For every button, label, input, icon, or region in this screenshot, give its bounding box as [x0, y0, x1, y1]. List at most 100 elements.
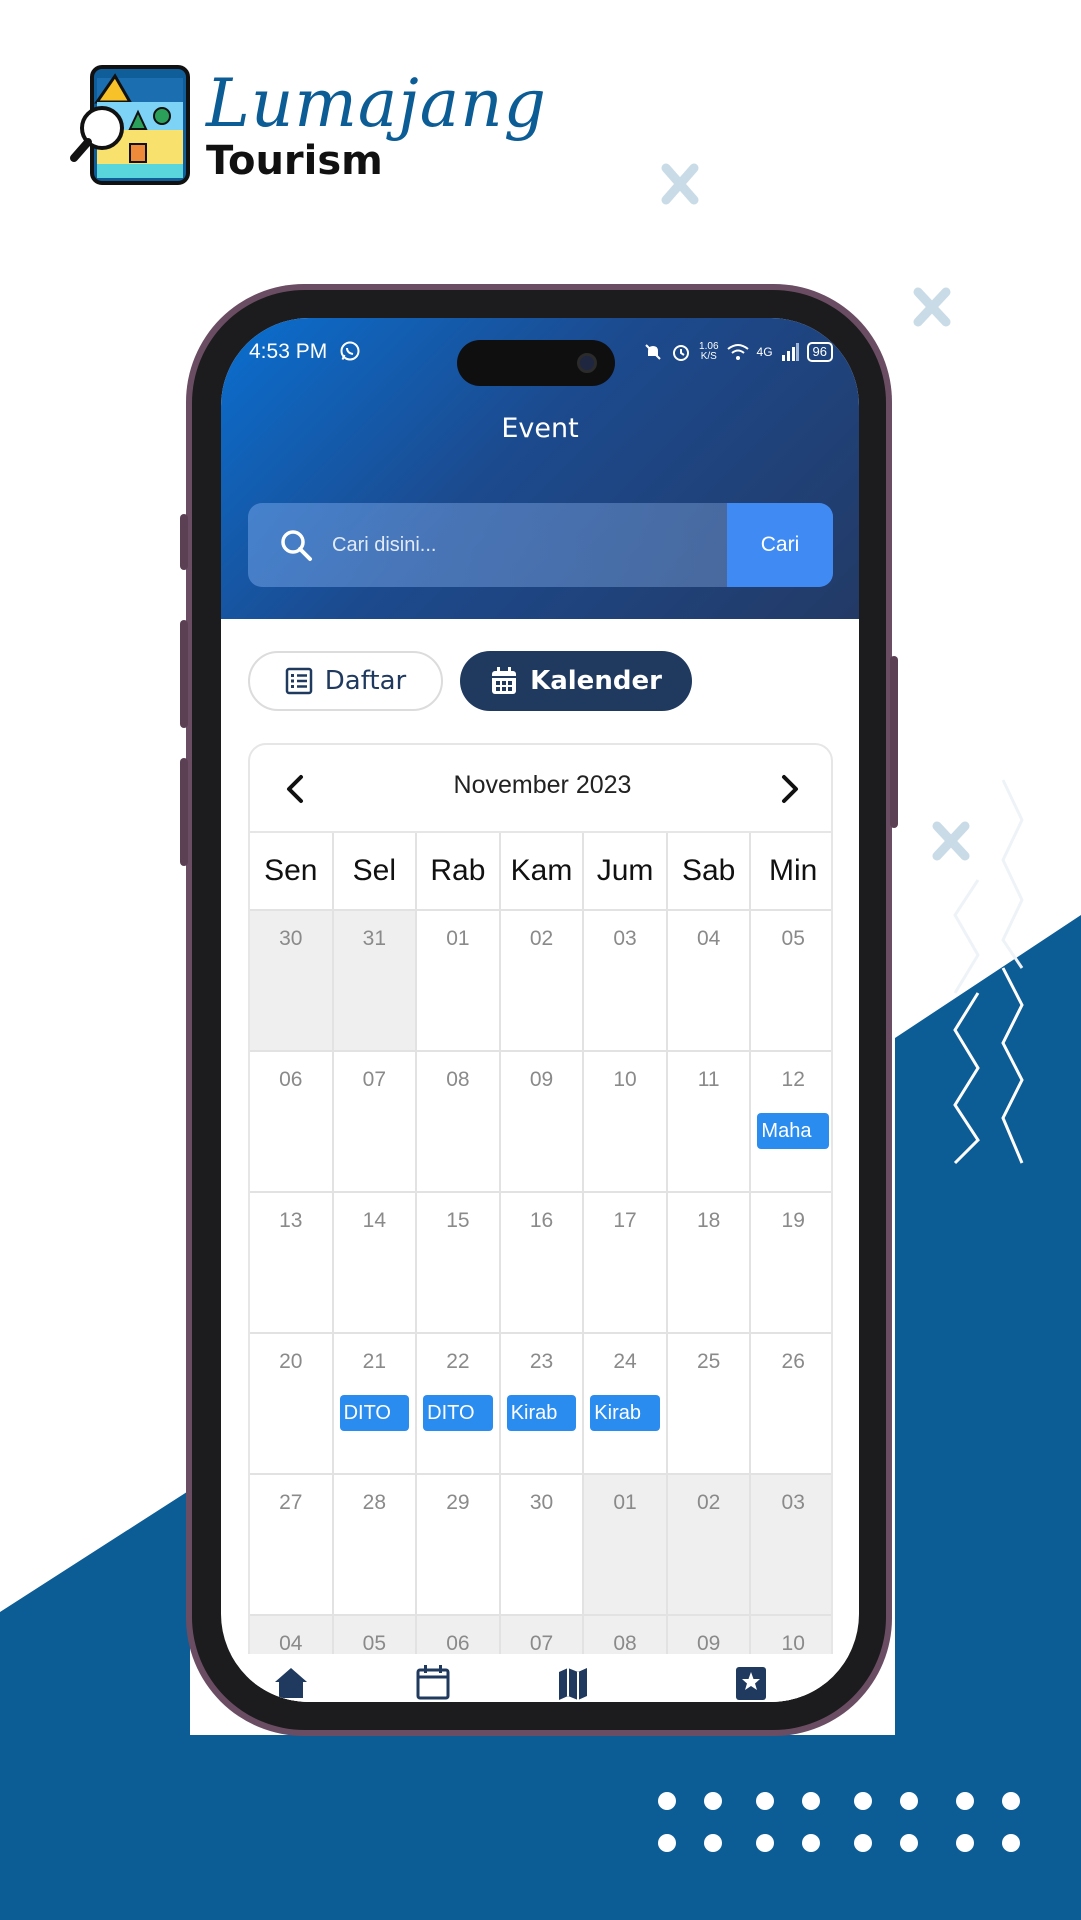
calendar-day-cell[interactable]: 14 [334, 1193, 418, 1332]
whatsapp-icon [340, 341, 360, 361]
calendar-day-cell[interactable]: 03 [751, 1475, 831, 1614]
calendar-day-cell[interactable]: 18 [668, 1193, 752, 1332]
camera-notch [457, 340, 615, 386]
day-number: 30 [279, 927, 303, 950]
calendar-day-cell[interactable]: 20 [250, 1334, 334, 1473]
calendar-day-cell[interactable]: 11 [668, 1052, 752, 1191]
day-number: 05 [362, 1632, 387, 1655]
weekday-label: Kam [501, 833, 585, 909]
day-number: 02 [696, 1491, 721, 1514]
calendar-day-cell[interactable]: 03 [584, 911, 668, 1050]
day-number: 04 [696, 927, 721, 950]
calendar-week-row: 13 14 15 16 17 18 19 [250, 1193, 831, 1334]
event-chip[interactable]: DITO [339, 1395, 410, 1431]
day-number: 07 [362, 1068, 387, 1091]
calendar-day-cell[interactable]: 28 [334, 1475, 418, 1614]
day-number: 20 [279, 1350, 303, 1373]
calendar-day-cell[interactable]: 09 [501, 1052, 585, 1191]
map-icon[interactable] [555, 1664, 591, 1700]
calendar-week-row: 06 07 08 09 10 11 12 Maha [250, 1052, 831, 1193]
calendar-day-cell[interactable]: 07 [334, 1052, 418, 1191]
calendar-view-button[interactable]: Kalender [460, 651, 692, 711]
calendar-day-cell[interactable]: 15 [417, 1193, 501, 1332]
calendar-day-cell[interactable]: 12 Maha [751, 1052, 831, 1191]
event-icon[interactable] [415, 1664, 451, 1700]
calendar-day-cell[interactable]: 08 [417, 1052, 501, 1191]
day-number: 06 [279, 1068, 303, 1091]
calendar-header: November 2023 [250, 745, 831, 833]
event-chip[interactable]: Kirab [590, 1395, 660, 1431]
search-button[interactable]: Cari [727, 503, 833, 587]
day-number: 03 [781, 1491, 805, 1514]
calendar-day-cell[interactable]: 30 [250, 911, 334, 1050]
weekday-label: Sab [668, 833, 752, 909]
calendar-day-cell[interactable]: 26 [751, 1334, 831, 1473]
chevron-right-icon[interactable] [769, 769, 809, 809]
day-number: 01 [613, 1491, 637, 1514]
phone-side-button [180, 620, 188, 728]
day-number: 28 [362, 1491, 387, 1514]
day-number: 23 [529, 1350, 554, 1373]
day-number: 06 [446, 1632, 470, 1655]
calendar-day-cell[interactable]: 23 Kirab [501, 1334, 585, 1473]
weekday-label: Sen [250, 833, 334, 909]
day-number: 16 [529, 1209, 554, 1232]
calendar-day-cell[interactable]: 13 [250, 1193, 334, 1332]
day-number: 22 [446, 1350, 470, 1373]
day-number: 04 [279, 1632, 303, 1655]
network-type: 4G [756, 345, 773, 359]
event-chip[interactable]: Maha [757, 1113, 829, 1149]
day-number: 09 [529, 1068, 554, 1091]
calendar-day-cell[interactable]: 22 DITO [417, 1334, 501, 1473]
app-screen: 4:53 PM 1.06 K/S 4G 96 Event Cari disini… [221, 318, 859, 1702]
calendar-day-cell[interactable]: 19 [751, 1193, 831, 1332]
event-chip[interactable]: DITO [423, 1395, 493, 1431]
calendar-grid: 30 31 01 02 03 04 05 06 07 08 09 10 11 12 Maha 13 14 15 16… [250, 911, 831, 1702]
mute-icon [645, 344, 661, 360]
calendar-day-cell[interactable]: 01 [417, 911, 501, 1050]
calendar-day-cell[interactable]: 16 [501, 1193, 585, 1332]
list-view-button[interactable]: Daftar [248, 651, 443, 711]
favorite-icon[interactable] [733, 1664, 769, 1700]
calendar-day-cell[interactable]: 04 [668, 911, 752, 1050]
brand-script-name: Lumajang [206, 65, 547, 142]
day-number: 09 [696, 1632, 721, 1655]
day-number: 10 [613, 1068, 637, 1091]
calendar-week-row: 20 21 DITO 22 DITO 23 Kirab 24 Kirab 25 26 [250, 1334, 831, 1475]
day-number: 27 [279, 1491, 303, 1514]
page-title: Event [501, 413, 579, 444]
calendar-week-row: 30 31 01 02 03 04 05 [250, 911, 831, 1052]
home-icon[interactable] [273, 1664, 309, 1700]
calendar-day-cell[interactable]: 27 [250, 1475, 334, 1614]
status-icons: 1.06 K/S 4G 96 [643, 338, 833, 366]
calendar-day-cell[interactable]: 29 [417, 1475, 501, 1614]
weekday-label: Sel [334, 833, 418, 909]
calendar-day-cell[interactable]: 05 [751, 911, 831, 1050]
weekday-label: Min [769, 854, 818, 887]
list-icon [285, 667, 313, 695]
day-number: 11 [697, 1068, 720, 1091]
day-number: 05 [781, 927, 805, 950]
phone-side-button [890, 656, 898, 828]
calendar-day-cell[interactable]: 02 [667, 1475, 752, 1614]
calendar-day-cell[interactable]: 02 [501, 911, 585, 1050]
calendar-day-cell[interactable]: 01 [584, 1475, 668, 1614]
calendar-day-cell[interactable]: 30 [501, 1475, 585, 1614]
calendar-day-cell[interactable]: 06 [250, 1052, 334, 1191]
calendar-day-cell[interactable]: 17 [584, 1193, 668, 1332]
calendar-day-cell[interactable]: 21 DITO [334, 1334, 418, 1473]
calendar-day-cell[interactable]: 25 [668, 1334, 752, 1473]
day-number: 02 [529, 927, 554, 950]
calendar-day-cell[interactable]: 24 Kirab [584, 1334, 668, 1473]
day-number: 24 [613, 1350, 637, 1373]
day-number: 15 [446, 1209, 470, 1232]
calendar-day-cell[interactable]: 31 [333, 911, 418, 1050]
day-number: 01 [446, 927, 470, 950]
day-number: 08 [446, 1068, 470, 1091]
day-number: 13 [279, 1209, 303, 1232]
brand-sub-name: Tourism [206, 138, 383, 184]
wifi-icon [726, 344, 749, 360]
event-chip[interactable]: Kirab [506, 1395, 577, 1431]
search-input[interactable] [332, 503, 722, 587]
calendar-day-cell[interactable]: 10 [584, 1052, 668, 1191]
